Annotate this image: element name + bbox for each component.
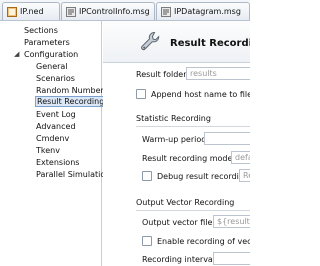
tree-item-label: Extensions (36, 158, 80, 167)
enable-vectors-checkbox[interactable] (142, 236, 152, 246)
result-recording-page: Result Recording Result folder: results … (103, 21, 250, 266)
tree-item-event-log[interactable]: Event Log (36, 109, 76, 121)
msg-file-icon (66, 6, 76, 17)
tab-ip-ned[interactable]: IP.ned (2, 2, 60, 20)
tree-item-label: Result Recording (35, 96, 107, 107)
tree-item-label: Event Log (36, 110, 76, 119)
recording-intervals-input[interactable] (213, 252, 250, 265)
tree-item-general[interactable]: General (36, 61, 68, 73)
tab-ipdatagram-msg[interactable]: IPDatagram.msg (156, 2, 250, 20)
tree-item-parameters[interactable]: Parameters (24, 37, 70, 49)
output-vector-file-input[interactable]: ${resultdir} (213, 215, 250, 228)
recording-intervals-label: Recording intervals: (142, 255, 222, 264)
debug-recording-label: Debug result recording (157, 172, 249, 181)
tree-item-label: Cmdenv (36, 134, 70, 143)
tree-item-label: Scenarios (36, 74, 75, 83)
tree-item-label: Configuration (24, 50, 79, 59)
page-header: Result Recording (103, 21, 250, 63)
section-divider (136, 126, 250, 127)
tree-item-label: Advanced (36, 122, 76, 131)
debug-recording-checkbox[interactable] (142, 171, 152, 181)
tree-item-label: Random Numbers (36, 86, 108, 95)
expand-arrow-icon[interactable]: ◢ (14, 50, 19, 58)
tree-item-configuration[interactable]: Configuration (24, 49, 78, 61)
tree-item-label: Sections (24, 26, 58, 35)
wrench-icon (141, 32, 160, 51)
tree-item-label: Parameters (24, 38, 70, 47)
tree-item-label: General (36, 62, 68, 71)
append-host-checkbox[interactable] (136, 89, 146, 99)
tree-item-result-recording[interactable]: Result Recording (35, 96, 107, 108)
tree-item-sections[interactable]: Sections (24, 25, 58, 37)
output-vector-file-label: Output vector file: (142, 218, 216, 227)
tab-ipcontrolinfo-msg[interactable]: IPControlInfo.msg (61, 2, 155, 20)
tab-label: IPDatagram.msg (174, 7, 241, 16)
tree-item-parallel-simulation[interactable]: Parallel Simulation (36, 169, 110, 181)
tree-item-scenarios[interactable]: Scenarios (36, 73, 75, 85)
recording-modes-input[interactable]: default (231, 151, 250, 164)
tree-item-tkenv[interactable]: Tkenv (36, 145, 60, 157)
recording-modes-label: Result recording modes: (142, 154, 240, 163)
tree-item-label: Tkenv (36, 146, 60, 155)
tab-label: IPControlInfo.msg (79, 7, 150, 16)
editor-tab-bar: IP.ned IPControlInfo.msg IPDatagram.msg (0, 0, 250, 21)
tree-item-label: Parallel Simulation (36, 170, 111, 179)
append-host-label: Append host name to filename (151, 90, 250, 99)
section-divider (136, 210, 250, 211)
result-folder-input[interactable]: results (186, 67, 250, 80)
debug-recording-input[interactable]: Re (239, 169, 250, 182)
statistic-recording-heading: Statistic Recording (136, 114, 211, 123)
warmup-period-input[interactable] (204, 132, 250, 145)
tab-label: IP.ned (20, 7, 44, 16)
tree-item-advanced[interactable]: Advanced (36, 121, 76, 133)
page-title: Result Recording (170, 38, 250, 49)
enable-vectors-label: Enable recording of vectors (157, 237, 250, 246)
result-folder-label: Result folder: (136, 70, 190, 79)
output-vector-heading: Output Vector Recording (136, 198, 235, 207)
tree-item-extensions[interactable]: Extensions (36, 157, 79, 169)
sections-tree: Sections Parameters ◢ Configuration Gene… (0, 21, 110, 266)
msg-file-icon (161, 6, 171, 17)
warmup-period-label: Warm-up period: (142, 135, 209, 144)
ned-file-icon (7, 6, 17, 17)
tree-item-cmdenv[interactable]: Cmdenv (36, 133, 69, 145)
